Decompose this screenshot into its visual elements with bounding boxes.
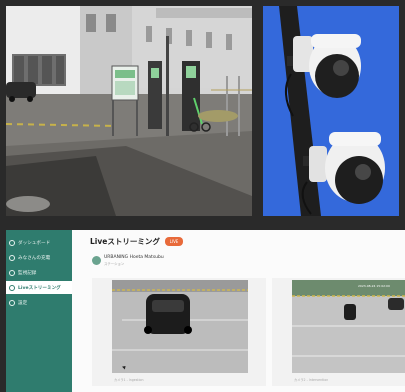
camera-card[interactable]: 2023-08-24 15:02:00 カメラ2 - Intervention xyxy=(272,278,405,386)
sidebar-item-charging[interactable]: みなさんの充電 xyxy=(6,251,72,264)
live-badge: LIVE xyxy=(165,237,183,246)
camera-caption: カメラ2 - Intervention xyxy=(294,378,329,382)
security-cameras-photo xyxy=(263,6,399,216)
parking-lot-illustration xyxy=(6,6,252,216)
main-content: Liveストリーミング LIVE URBANING Hoeta Matsubu … xyxy=(72,230,405,392)
sidebar-item-dashboard[interactable]: ダッシュボード xyxy=(6,236,72,249)
sidebar-item-label: 監視記録 xyxy=(18,270,37,276)
sidebar-item-settings[interactable]: 設定 xyxy=(6,296,72,309)
page-title: Liveストリーミング xyxy=(90,237,160,246)
camera-caption: カメラ1 - Ingestion xyxy=(114,378,144,382)
camera-feed-image xyxy=(112,280,248,373)
sidebar-item-live-streaming[interactable]: Liveストリーミング xyxy=(6,281,72,294)
sidebar: ダッシュボード みなさんの充電 監視記録 Liveストリーミング 設定 xyxy=(6,230,72,392)
live-icon xyxy=(9,284,15,291)
station-avatar xyxy=(92,256,101,265)
security-cameras-illustration xyxy=(263,6,399,216)
camera-timestamp: 2023-08-24 15:02:00 xyxy=(358,284,390,288)
dashboard-icon xyxy=(9,239,15,246)
station-name: URBANING Hoeta Matsubu xyxy=(104,255,164,260)
camera-feed[interactable] xyxy=(292,280,405,373)
app-screenshot: ダッシュボード みなさんの充電 監視記録 Liveストリーミング 設定 Live… xyxy=(6,230,405,392)
sidebar-item-label: ダッシュボード xyxy=(18,240,51,246)
station-subtitle: ステーション xyxy=(104,262,125,266)
user-icon xyxy=(9,254,15,261)
record-icon xyxy=(9,269,15,276)
sidebar-item-label: Liveストリーミング xyxy=(18,285,61,291)
camera-feed-image xyxy=(292,280,405,373)
sidebar-item-label: みなさんの充電 xyxy=(18,255,51,261)
parking-lot-photo xyxy=(6,6,252,216)
sidebar-item-records[interactable]: 監視記録 xyxy=(6,266,72,279)
camera-feed[interactable] xyxy=(112,280,248,373)
sidebar-item-label: 設定 xyxy=(18,300,28,306)
camera-card[interactable]: カメラ1 - Ingestion xyxy=(92,278,266,386)
settings-icon xyxy=(9,299,15,306)
